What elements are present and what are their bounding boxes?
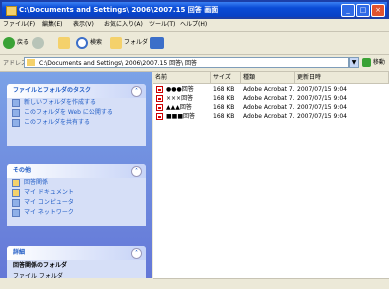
folder-icon — [12, 179, 20, 187]
file-type: Adobe Acrobat 7.0 ... — [243, 86, 294, 93]
file-type: Adobe Acrobat 7.0 ... — [243, 95, 294, 102]
menu-tools[interactable]: ツール(T) — [149, 20, 175, 30]
place-my-computer[interactable]: マイ コンピュータ — [7, 198, 146, 208]
file-modified: 2007/07/15 9:04 — [297, 86, 347, 93]
menu-help[interactable]: ヘルプ(H) — [180, 20, 207, 30]
menu-view[interactable]: 表示(V) — [73, 20, 94, 30]
file-row[interactable]: ■■■回答 168 KB Adobe Acrobat 7.0 ... 2007/… — [153, 112, 389, 121]
column-modified[interactable]: 更新日時 — [295, 72, 389, 83]
file-size: 168 KB — [213, 113, 235, 120]
task-share-folder[interactable]: このフォルダを共有する — [7, 118, 146, 128]
column-type[interactable]: 種類 — [241, 72, 295, 83]
column-size[interactable]: サイズ — [211, 72, 241, 83]
file-row[interactable]: ●●●回答 168 KB Adobe Acrobat 7.0 ... 2007/… — [153, 85, 389, 94]
pdf-file-icon — [156, 104, 163, 111]
title-bar[interactable]: C:\Documents and Settings\ 2006\2007.15 … — [0, 0, 389, 19]
address-bar: アドレス(D) C:\Documents and Settings\ 2006\… — [0, 55, 389, 72]
close-button[interactable]: × — [371, 4, 385, 17]
file-modified: 2007/07/15 9:04 — [297, 95, 347, 102]
back-label: 戻る — [17, 39, 30, 46]
collapse-chevron-icon[interactable]: ˄ — [131, 86, 142, 97]
folder-up-icon — [58, 36, 70, 49]
window-title: C:\Documents and Settings\ 2006\2007.15 … — [19, 6, 219, 14]
other-places-title: その他 — [13, 167, 32, 174]
horizontal-scrollbar[interactable] — [153, 278, 389, 289]
folders-button[interactable]: フォルダ — [110, 35, 148, 50]
explorer-window: C:\Documents and Settings\ 2006\2007.15 … — [0, 0, 389, 289]
views-button[interactable] — [150, 35, 166, 50]
file-name: ×××回答 — [166, 95, 194, 102]
pdf-file-icon — [156, 113, 163, 120]
address-dropdown-button[interactable]: ▼ — [349, 57, 359, 68]
file-list: 名前 サイズ 種類 更新日時 ●●●回答 168 KB Adobe Acroba… — [153, 72, 389, 288]
task-publish-web[interactable]: このフォルダを Web に公開する — [7, 108, 146, 118]
collapse-chevron-icon[interactable]: ˄ — [131, 166, 142, 177]
file-name: ■■■回答 — [166, 113, 196, 120]
file-row[interactable]: ▲▲▲回答 168 KB Adobe Acrobat 7.0 ... 2007/… — [153, 103, 389, 112]
menu-bar: ファイル(F) 編集(E) 表示(V) お気に入り(A) ツール(T) ヘルプ(… — [0, 19, 389, 32]
go-label: 移動 — [372, 59, 385, 66]
file-tasks-panel: ファイルとフォルダのタスク ˄ 新しいフォルダを作成する このフォルダを Web… — [7, 84, 146, 146]
share-icon — [12, 119, 20, 127]
file-modified: 2007/07/15 9:04 — [297, 104, 347, 111]
task-new-folder[interactable]: 新しいフォルダを作成する — [7, 98, 146, 108]
up-button[interactable] — [58, 35, 72, 50]
menu-favorites[interactable]: お気に入り(A) — [104, 20, 143, 30]
go-arrow-icon — [362, 58, 371, 67]
file-row[interactable]: ×××回答 168 KB Adobe Acrobat 7.0 ... 2007/… — [153, 94, 389, 103]
minimize-button[interactable]: _ — [341, 4, 355, 17]
place-my-network[interactable]: マイ ネットワーク — [7, 208, 146, 218]
address-field[interactable]: C:\Documents and Settings\ 2006\2007.15 … — [24, 57, 349, 68]
details-header[interactable]: 詳細 ˄ — [7, 246, 146, 260]
menu-edit[interactable]: 編集(E) — [42, 20, 62, 30]
forward-button[interactable] — [32, 35, 46, 50]
file-size: 168 KB — [213, 104, 235, 111]
file-name: ▲▲▲回答 — [166, 104, 192, 111]
details-folder-name: 回答関係のフォルダ — [13, 262, 68, 269]
menu-file[interactable]: ファイル(F) — [3, 20, 35, 30]
other-places-header[interactable]: その他 ˄ — [7, 164, 146, 178]
place-my-documents[interactable]: マイ ドキュメント — [7, 188, 146, 198]
search-icon — [76, 36, 88, 49]
views-icon — [150, 36, 164, 49]
file-name: ●●●回答 — [166, 86, 194, 93]
file-modified: 2007/07/15 9:04 — [297, 113, 347, 120]
my-computer-icon — [12, 199, 20, 207]
pdf-file-icon — [156, 86, 163, 93]
file-type: Adobe Acrobat 7.0 ... — [243, 104, 294, 111]
file-type: Adobe Acrobat 7.0 ... — [243, 113, 294, 120]
other-places-panel: その他 ˄ 回答関係 マイ ドキュメント マイ コンピュータ マイ ネットワーク — [7, 164, 146, 226]
new-folder-icon — [12, 99, 20, 107]
file-tasks-title: ファイルとフォルダのタスク — [13, 87, 92, 94]
search-button[interactable]: 検索 — [76, 35, 102, 50]
place-parent-folder[interactable]: 回答関係 — [7, 178, 146, 188]
column-name[interactable]: 名前 — [153, 72, 211, 83]
search-label: 検索 — [90, 39, 103, 46]
back-arrow-icon — [3, 36, 15, 49]
collapse-chevron-icon[interactable]: ˄ — [131, 248, 142, 259]
folder-icon — [6, 6, 17, 16]
column-header: 名前 サイズ 種類 更新日時 — [153, 72, 389, 84]
task-pane: ファイルとフォルダのタスク ˄ 新しいフォルダを作成する このフォルダを Web… — [0, 72, 152, 288]
folders-icon — [110, 36, 122, 49]
web-publish-icon — [12, 109, 20, 117]
details-title: 詳細 — [13, 249, 26, 256]
maximize-button[interactable]: □ — [356, 4, 370, 17]
network-icon — [12, 209, 20, 217]
toolbar: 戻る 検索 フォルダ — [0, 32, 389, 55]
my-documents-icon — [12, 189, 20, 197]
back-button[interactable]: 戻る — [3, 35, 29, 50]
file-size: 168 KB — [213, 86, 235, 93]
file-tasks-header[interactable]: ファイルとフォルダのタスク ˄ — [7, 84, 146, 98]
folder-icon — [27, 59, 35, 66]
folders-label: フォルダ — [124, 39, 149, 46]
left-scrollbar[interactable] — [0, 278, 152, 288]
pdf-file-icon — [156, 95, 163, 102]
file-size: 168 KB — [213, 95, 235, 102]
go-button[interactable]: 移動 — [362, 57, 386, 68]
forward-arrow-icon — [32, 36, 44, 49]
